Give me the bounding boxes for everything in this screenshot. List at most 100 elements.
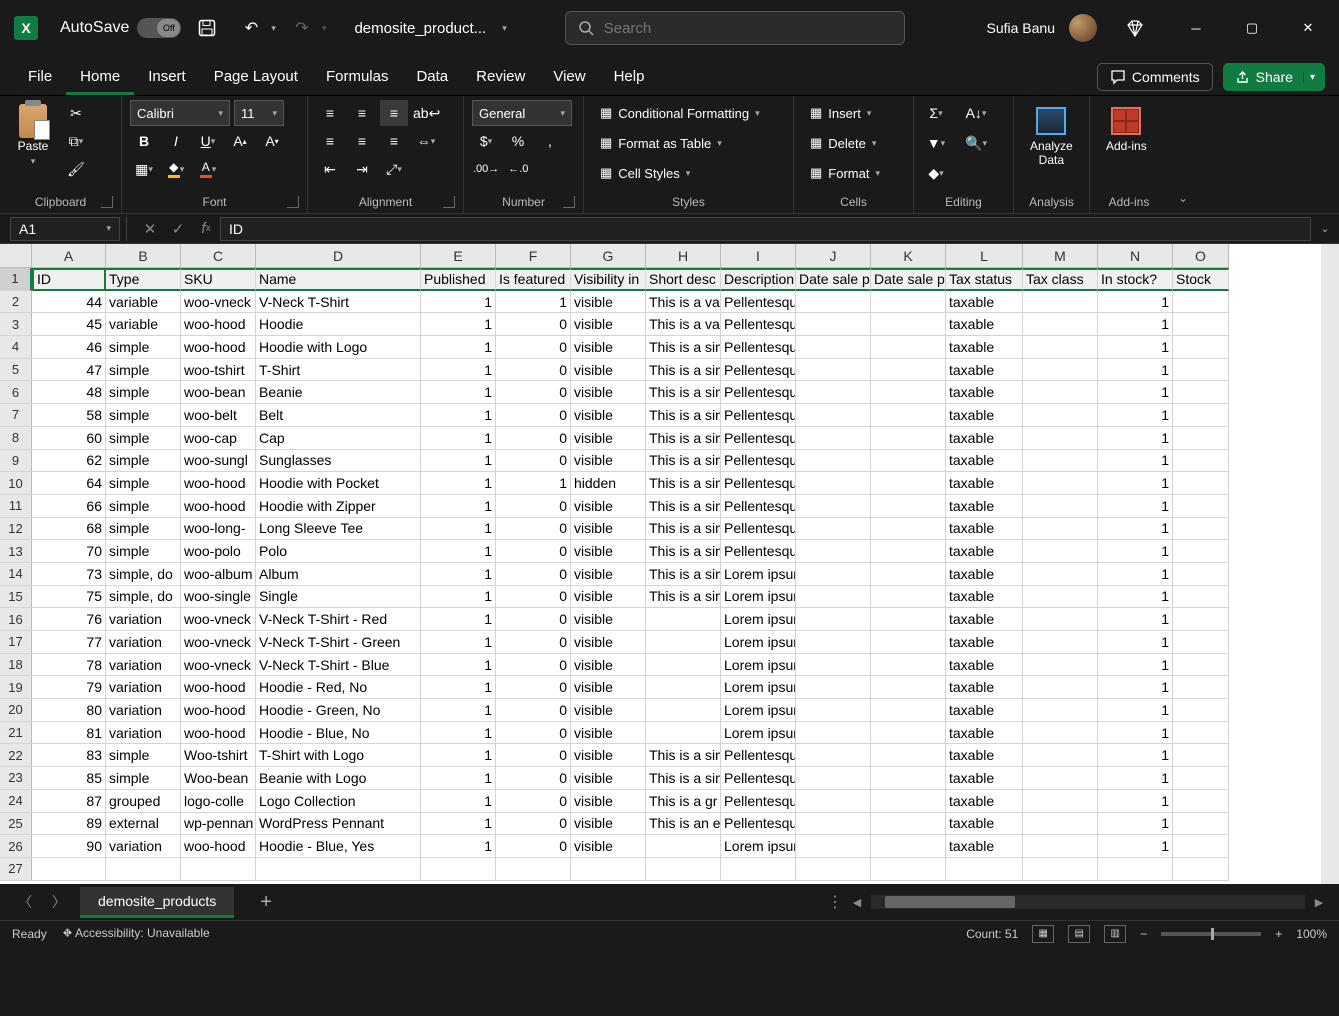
cell[interactable]: [796, 563, 871, 586]
cell[interactable]: [796, 450, 871, 473]
cell[interactable]: 79: [32, 676, 106, 699]
cell[interactable]: [796, 744, 871, 767]
cell[interactable]: 0: [496, 427, 571, 450]
cell[interactable]: This is a va: [646, 313, 721, 336]
cell[interactable]: [1023, 540, 1098, 563]
row-header[interactable]: 7: [0, 404, 32, 427]
clipboard-launcher-icon[interactable]: [101, 196, 113, 208]
cell[interactable]: [796, 540, 871, 563]
cell[interactable]: Pellentesque habitant morbi trist: [721, 336, 796, 359]
row-header[interactable]: 20: [0, 699, 32, 722]
cell[interactable]: Sunglasses: [256, 450, 421, 473]
cell[interactable]: 83: [32, 744, 106, 767]
column-header[interactable]: K: [871, 244, 946, 268]
cell[interactable]: visible: [571, 813, 646, 836]
cell[interactable]: taxable: [946, 767, 1023, 790]
grow-font-icon[interactable]: A▴: [226, 128, 254, 154]
cell[interactable]: [1173, 291, 1229, 314]
cell[interactable]: [871, 540, 946, 563]
cell[interactable]: 60: [32, 427, 106, 450]
cell[interactable]: taxable: [946, 450, 1023, 473]
cell[interactable]: In stock?: [1098, 268, 1173, 291]
row-header[interactable]: 13: [0, 540, 32, 563]
cell[interactable]: [1173, 813, 1229, 836]
font-color-icon[interactable]: A ▾: [194, 156, 222, 182]
cell[interactable]: [1023, 858, 1098, 881]
expand-formula-bar-icon[interactable]: ⌄: [1311, 222, 1339, 235]
cell[interactable]: 1: [421, 608, 496, 631]
cell[interactable]: Pellentesque habitant morbi trist: [721, 313, 796, 336]
cell[interactable]: Is featured: [496, 268, 571, 291]
tab-data[interactable]: Data: [402, 60, 462, 95]
column-header[interactable]: F: [496, 244, 571, 268]
cell[interactable]: [871, 518, 946, 541]
cell[interactable]: woo-polo: [181, 540, 256, 563]
format-as-table-button[interactable]: ▦Format as Table▾: [592, 130, 730, 156]
cell[interactable]: [646, 608, 721, 631]
row-header[interactable]: 10: [0, 472, 32, 495]
cell[interactable]: [796, 586, 871, 609]
cell[interactable]: 73: [32, 563, 106, 586]
find-select-icon[interactable]: 🔍▾: [962, 130, 990, 156]
cell[interactable]: SKU: [181, 268, 256, 291]
cell[interactable]: 1: [1098, 676, 1173, 699]
cell[interactable]: 1: [1098, 767, 1173, 790]
column-header[interactable]: L: [946, 244, 1023, 268]
cell[interactable]: T-Shirt: [256, 359, 421, 382]
cell[interactable]: 64: [32, 472, 106, 495]
cell[interactable]: 1: [421, 336, 496, 359]
cell[interactable]: 1: [421, 654, 496, 677]
filename-dropdown-icon[interactable]: ▾: [502, 23, 507, 34]
cell[interactable]: This is a sim: [646, 563, 721, 586]
cell[interactable]: This is a sim: [646, 767, 721, 790]
cell[interactable]: [1023, 404, 1098, 427]
cell[interactable]: Long Sleeve Tee: [256, 518, 421, 541]
cell[interactable]: Pellentesque habitant morbi trist: [721, 744, 796, 767]
cell[interactable]: 1: [1098, 835, 1173, 858]
cell[interactable]: [1023, 835, 1098, 858]
cell[interactable]: 1: [1098, 563, 1173, 586]
cell[interactable]: [871, 676, 946, 699]
cell[interactable]: [1023, 381, 1098, 404]
cell[interactable]: [1173, 858, 1229, 881]
cell[interactable]: visible: [571, 540, 646, 563]
sort-filter-icon[interactable]: A↓▾: [962, 100, 990, 126]
font-launcher-icon[interactable]: [287, 196, 299, 208]
number-launcher-icon[interactable]: [563, 196, 575, 208]
cell[interactable]: simple, do: [106, 563, 181, 586]
cell[interactable]: [796, 676, 871, 699]
cell[interactable]: [1173, 381, 1229, 404]
status-accessibility[interactable]: ⛖ Accessibility: Unavailable: [63, 926, 210, 941]
cell[interactable]: 0: [496, 813, 571, 836]
cell[interactable]: [646, 654, 721, 677]
cell[interactable]: woo-vneck: [181, 291, 256, 314]
cell[interactable]: visible: [571, 359, 646, 382]
align-left-icon[interactable]: ≡: [316, 128, 344, 154]
cell[interactable]: This is a sim: [646, 381, 721, 404]
cell[interactable]: Single: [256, 586, 421, 609]
cell[interactable]: variable: [106, 291, 181, 314]
column-header[interactable]: B: [106, 244, 181, 268]
cell[interactable]: [1023, 654, 1098, 677]
cell[interactable]: [871, 586, 946, 609]
cell[interactable]: visible: [571, 450, 646, 473]
cell[interactable]: simple: [106, 540, 181, 563]
cell[interactable]: 0: [496, 608, 571, 631]
cell[interactable]: 1: [421, 631, 496, 654]
cell[interactable]: This is a sim: [646, 540, 721, 563]
cell[interactable]: variable: [106, 313, 181, 336]
sheet-nav-prev-icon[interactable]: 〈: [12, 892, 38, 912]
cell[interactable]: woo-hood: [181, 699, 256, 722]
cell[interactable]: Tax class: [1023, 268, 1098, 291]
cell[interactable]: This is a sim: [646, 450, 721, 473]
cell[interactable]: [1023, 472, 1098, 495]
cell[interactable]: [871, 654, 946, 677]
cell[interactable]: 1: [421, 563, 496, 586]
cell[interactable]: Beanie: [256, 381, 421, 404]
cell[interactable]: woo-vneck: [181, 631, 256, 654]
add-sheet-icon[interactable]: +: [242, 891, 290, 914]
cell[interactable]: [1173, 699, 1229, 722]
wrap-text-icon[interactable]: ab↩: [412, 100, 441, 126]
cell[interactable]: [796, 767, 871, 790]
increase-decimal-icon[interactable]: .00→: [472, 156, 500, 182]
